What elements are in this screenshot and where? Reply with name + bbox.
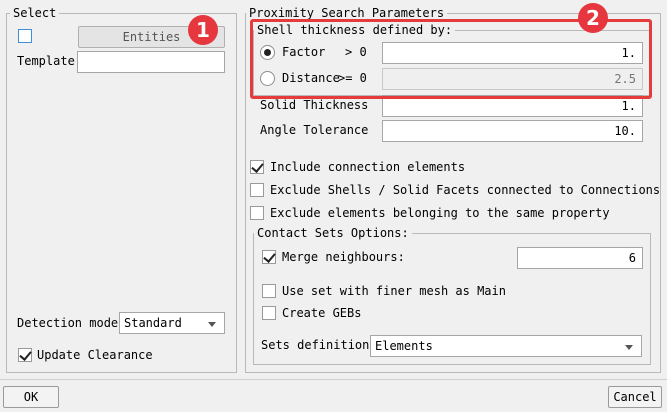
annotation-badge-2: 2: [578, 3, 608, 33]
entities-checkbox[interactable]: [18, 29, 32, 43]
finer-mesh-label: Use set with finer mesh as Main: [282, 284, 506, 298]
contact-sets-title: Contact Sets Options:: [254, 226, 412, 240]
include-connection-label: Include connection elements: [270, 160, 466, 174]
solid-thickness-label: Solid Thickness: [260, 98, 369, 112]
chevron-down-icon: [625, 345, 633, 350]
footer-divider: [0, 379, 667, 380]
sets-definition-value: Elements: [375, 339, 433, 353]
exclude-shells-checkbox[interactable]: [250, 183, 264, 197]
detection-mode-value: Standard: [124, 316, 182, 330]
sets-definition-select[interactable]: Elements: [370, 335, 642, 357]
exclude-shells-label: Exclude Shells / Solid Facets connected …: [270, 183, 661, 197]
angle-tolerance-label: Angle Tolerance: [260, 123, 369, 137]
finer-mesh-checkbox[interactable]: [262, 284, 276, 298]
create-gebs-label: Create GEBs: [282, 306, 362, 320]
merge-neighbours-checkbox[interactable]: [262, 250, 276, 264]
annotation-badge-1: 1: [188, 15, 218, 45]
update-clearance-label: Update Clearance: [37, 348, 153, 362]
sets-definition-label: Sets definition: [261, 338, 370, 352]
merge-neighbours-label: Merge neighbours:: [282, 250, 405, 264]
cancel-button[interactable]: Cancel: [608, 386, 662, 408]
proximity-group-title: Proximity Search Parameters: [246, 6, 448, 20]
detection-mode-label: Detection mode: [17, 316, 119, 330]
template-input[interactable]: [77, 51, 225, 73]
ok-button[interactable]: OK: [3, 386, 59, 408]
create-gebs-checkbox[interactable]: [262, 306, 276, 320]
exclude-same-property-checkbox[interactable]: [250, 206, 264, 220]
merge-neighbours-input[interactable]: 6: [517, 247, 643, 269]
update-clearance-checkbox[interactable]: [18, 348, 32, 362]
template-label: Template: [17, 54, 75, 68]
detection-mode-select[interactable]: Standard: [119, 312, 225, 334]
angle-tolerance-input[interactable]: 10.: [382, 120, 643, 142]
select-group-title: Select: [10, 6, 60, 20]
include-connection-checkbox[interactable]: [250, 160, 264, 174]
exclude-same-property-label: Exclude elements belonging to the same p…: [270, 206, 610, 220]
chevron-down-icon: [208, 322, 216, 327]
